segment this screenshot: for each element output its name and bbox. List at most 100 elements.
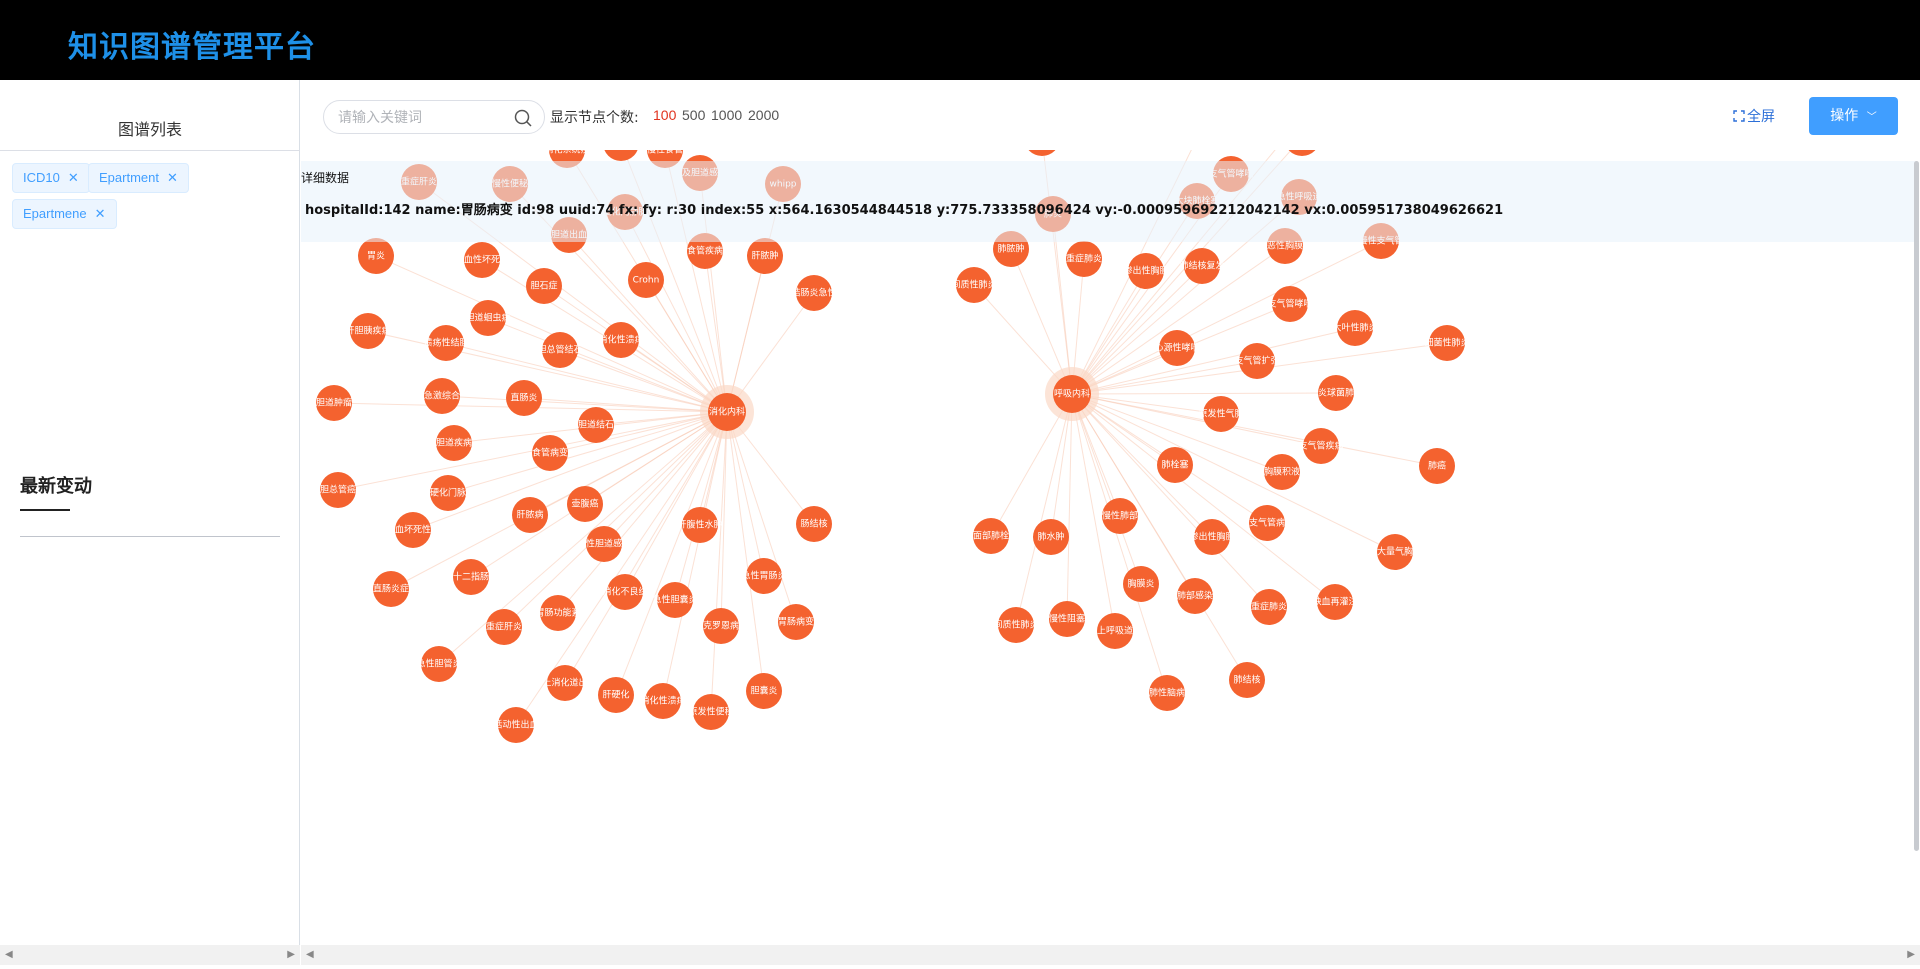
graph-node[interactable]: 十二指肠 xyxy=(453,559,489,595)
graph-node[interactable]: 上消化道出 xyxy=(542,665,588,701)
graph-node[interactable]: 肝脓病 xyxy=(512,497,548,533)
scroll-right-arrow-icon[interactable]: ▶ xyxy=(1907,949,1915,960)
graph-node[interactable]: 胆道疾病 xyxy=(436,425,472,461)
graph-node[interactable]: 胆囊炎 xyxy=(746,673,782,709)
graph-node[interactable]: 炎球菌肺 xyxy=(1318,375,1354,411)
graph-node[interactable]: 硬化门脉 xyxy=(430,475,466,511)
graph-node[interactable]: 直肠炎症 xyxy=(373,571,409,607)
knowledge-graph[interactable]: 消化系统疾胰腺病变慢性食管及胆道感重症肝炎慢性便秘硬化门静脉whipp胆道出血食… xyxy=(301,150,1920,929)
graph-node[interactable]: 重症肝炎 xyxy=(486,609,522,645)
graph-node[interactable]: 渗出性胸膜 xyxy=(1123,253,1169,289)
graph-node[interactable]: 肺结核复发 xyxy=(1179,248,1225,284)
graph-node[interactable]: 胃肠功能紊 xyxy=(535,595,581,631)
graph-node[interactable]: 急性胆管炎 xyxy=(416,646,462,682)
search-input[interactable] xyxy=(338,108,498,128)
graph-node[interactable]: 支气管病 xyxy=(1249,505,1285,541)
graph-node[interactable]: 肝胆胰疾病 xyxy=(345,313,391,349)
graph-node[interactable]: 肺水肿 xyxy=(1033,519,1069,555)
graph-node[interactable]: 消化不良综 xyxy=(602,574,648,610)
close-icon[interactable]: ✕ xyxy=(167,170,178,185)
graph-node[interactable]: 重症肺炎 xyxy=(1066,241,1102,277)
graph-node[interactable]: 食管病变 xyxy=(532,435,568,471)
search-icon[interactable] xyxy=(514,109,532,127)
graph-node[interactable]: 肺性脑病 xyxy=(1149,675,1185,711)
graph-hub-node[interactable]: 呼吸内科 xyxy=(1045,367,1099,421)
node-circle[interactable] xyxy=(603,150,639,161)
graph-node[interactable]: 支气管哮喘 xyxy=(1267,286,1313,322)
graph-node[interactable]: 慢性阻塞 xyxy=(1049,601,1085,637)
node-count-option-100[interactable]: 100 xyxy=(653,107,676,123)
node-count-option-500[interactable]: 500 xyxy=(682,107,705,123)
search-box[interactable] xyxy=(323,100,545,134)
graph-node[interactable]: 上呼吸道 xyxy=(1097,613,1133,649)
graph-node[interactable]: 肝腹性水肿 xyxy=(677,507,723,543)
graph-node[interactable]: 性胆道感 xyxy=(586,526,622,562)
graph-node[interactable]: 重症肺炎 xyxy=(1251,589,1287,625)
operations-dropdown-button[interactable]: 操作 ﹀ xyxy=(1809,97,1898,135)
close-icon[interactable]: ✕ xyxy=(95,206,106,221)
graph-node[interactable]: 肠结核 xyxy=(796,506,832,542)
graph-node[interactable]: 消化性溃疡 xyxy=(640,683,686,719)
graph-node[interactable]: 肺癌 xyxy=(1419,448,1455,484)
graph-tag[interactable]: Epartmene ✕ xyxy=(12,199,117,229)
graph-node[interactable]: 克罗恩病 xyxy=(703,608,739,644)
graph-node[interactable]: 胆道结石 xyxy=(578,407,614,443)
scroll-right-arrow-icon[interactable]: ▶ xyxy=(287,949,295,960)
graph-node[interactable]: 肺部感染 xyxy=(1177,578,1213,614)
graph-node[interactable]: 慢性肺部 xyxy=(1102,498,1138,534)
graph-node[interactable]: 血性坏死 xyxy=(464,242,500,278)
node-count-option-1000[interactable]: 1000 xyxy=(711,107,742,123)
graph-node[interactable]: 大量气胸 xyxy=(1377,534,1413,570)
graph-node[interactable]: Crohn xyxy=(628,262,664,298)
graph-node[interactable]: 渗出性胸膜 xyxy=(1189,519,1235,555)
graph-node[interactable]: 间质性肺炎 xyxy=(993,607,1039,643)
graph-node[interactable]: 大叶性肺炎 xyxy=(1332,310,1378,346)
scroll-left-arrow-icon[interactable]: ◀ xyxy=(5,949,13,960)
graph-node[interactable]: 胆总管结石 xyxy=(537,332,583,368)
graph-node[interactable]: 空气肺炎 xyxy=(1284,150,1320,156)
graph-node[interactable]: 支气管疾病 xyxy=(1298,428,1344,464)
graph-node[interactable]: 肺栓塞 xyxy=(1157,447,1193,483)
graph-node[interactable]: 直肠炎 xyxy=(506,380,542,416)
graph-canvas[interactable]: 消化系统疾胰腺病变慢性食管及胆道感重症肝炎慢性便秘硬化门静脉whipp胆道出血食… xyxy=(301,150,1920,929)
graph-node[interactable]: 肝硬化 xyxy=(598,677,634,713)
node-circle[interactable] xyxy=(1284,150,1320,156)
graph-node[interactable]: 急性胃肠炎 xyxy=(741,558,787,594)
graph-node[interactable]: 肺栓塞(梗 xyxy=(1022,150,1062,156)
graph-node[interactable]: 肝脓肿 xyxy=(747,238,783,274)
graph-node[interactable]: 壶腹癌 xyxy=(567,486,603,522)
graph-node[interactable]: 支气管扩张 xyxy=(1234,343,1280,379)
graph-tag[interactable]: Epartment ✕ xyxy=(88,163,189,193)
graph-node[interactable]: 面部肺栓 xyxy=(973,518,1009,554)
graph-node[interactable]: 胃肠病变 xyxy=(778,604,814,640)
graph-node[interactable]: 结肠炎急性 xyxy=(791,275,837,311)
graph-node[interactable]: 原发性便秘 xyxy=(688,694,734,730)
graph-node[interactable]: 间质性肺炎 xyxy=(951,267,997,303)
main-horizontal-scrollbar[interactable]: ◀ ▶ xyxy=(301,945,1920,965)
graph-node[interactable]: 细菌性肺炎 xyxy=(1424,325,1470,361)
graph-node[interactable]: 胰腺病变 xyxy=(603,150,639,161)
graph-tag[interactable]: ICD10 ✕ xyxy=(12,163,90,193)
scroll-left-arrow-icon[interactable]: ◀ xyxy=(306,949,314,960)
graph-node[interactable]: 急激综合 xyxy=(424,378,460,414)
graph-node[interactable]: 心源性哮喘 xyxy=(1154,330,1200,366)
graph-node[interactable]: 溃疡性结肠 xyxy=(423,325,469,361)
graph-node[interactable]: 肺结核 xyxy=(1229,662,1265,698)
node-circle[interactable] xyxy=(1024,150,1060,156)
graph-node[interactable]: 急性胆囊炎 xyxy=(652,582,698,618)
graph-node[interactable]: 活动性出血 xyxy=(493,707,539,743)
sidebar-horizontal-scrollbar[interactable]: ◀ ▶ xyxy=(0,945,300,965)
graph-node[interactable]: 胆道肿瘤 xyxy=(316,385,352,421)
graph-node[interactable]: 消化性溃疡 xyxy=(598,322,644,358)
graph-hub-node[interactable]: 消化内科 xyxy=(700,385,754,439)
graph-node[interactable]: 胸膜炎 xyxy=(1123,566,1159,602)
graph-node[interactable]: 胆石症 xyxy=(526,268,562,304)
graph-node[interactable]: 胆道蛔虫病 xyxy=(465,300,511,336)
graph-node[interactable]: 胃炎 xyxy=(358,238,394,274)
fullscreen-button[interactable]: 全屏 xyxy=(1733,106,1775,126)
graph-node[interactable]: 胸膜积液 xyxy=(1264,454,1300,490)
vertical-scrollbar[interactable] xyxy=(1914,161,1919,851)
graph-node[interactable]: 血坏死性 xyxy=(395,512,431,548)
node-count-option-2000[interactable]: 2000 xyxy=(748,107,779,123)
graph-node[interactable]: 胆总管癌 xyxy=(320,472,356,508)
